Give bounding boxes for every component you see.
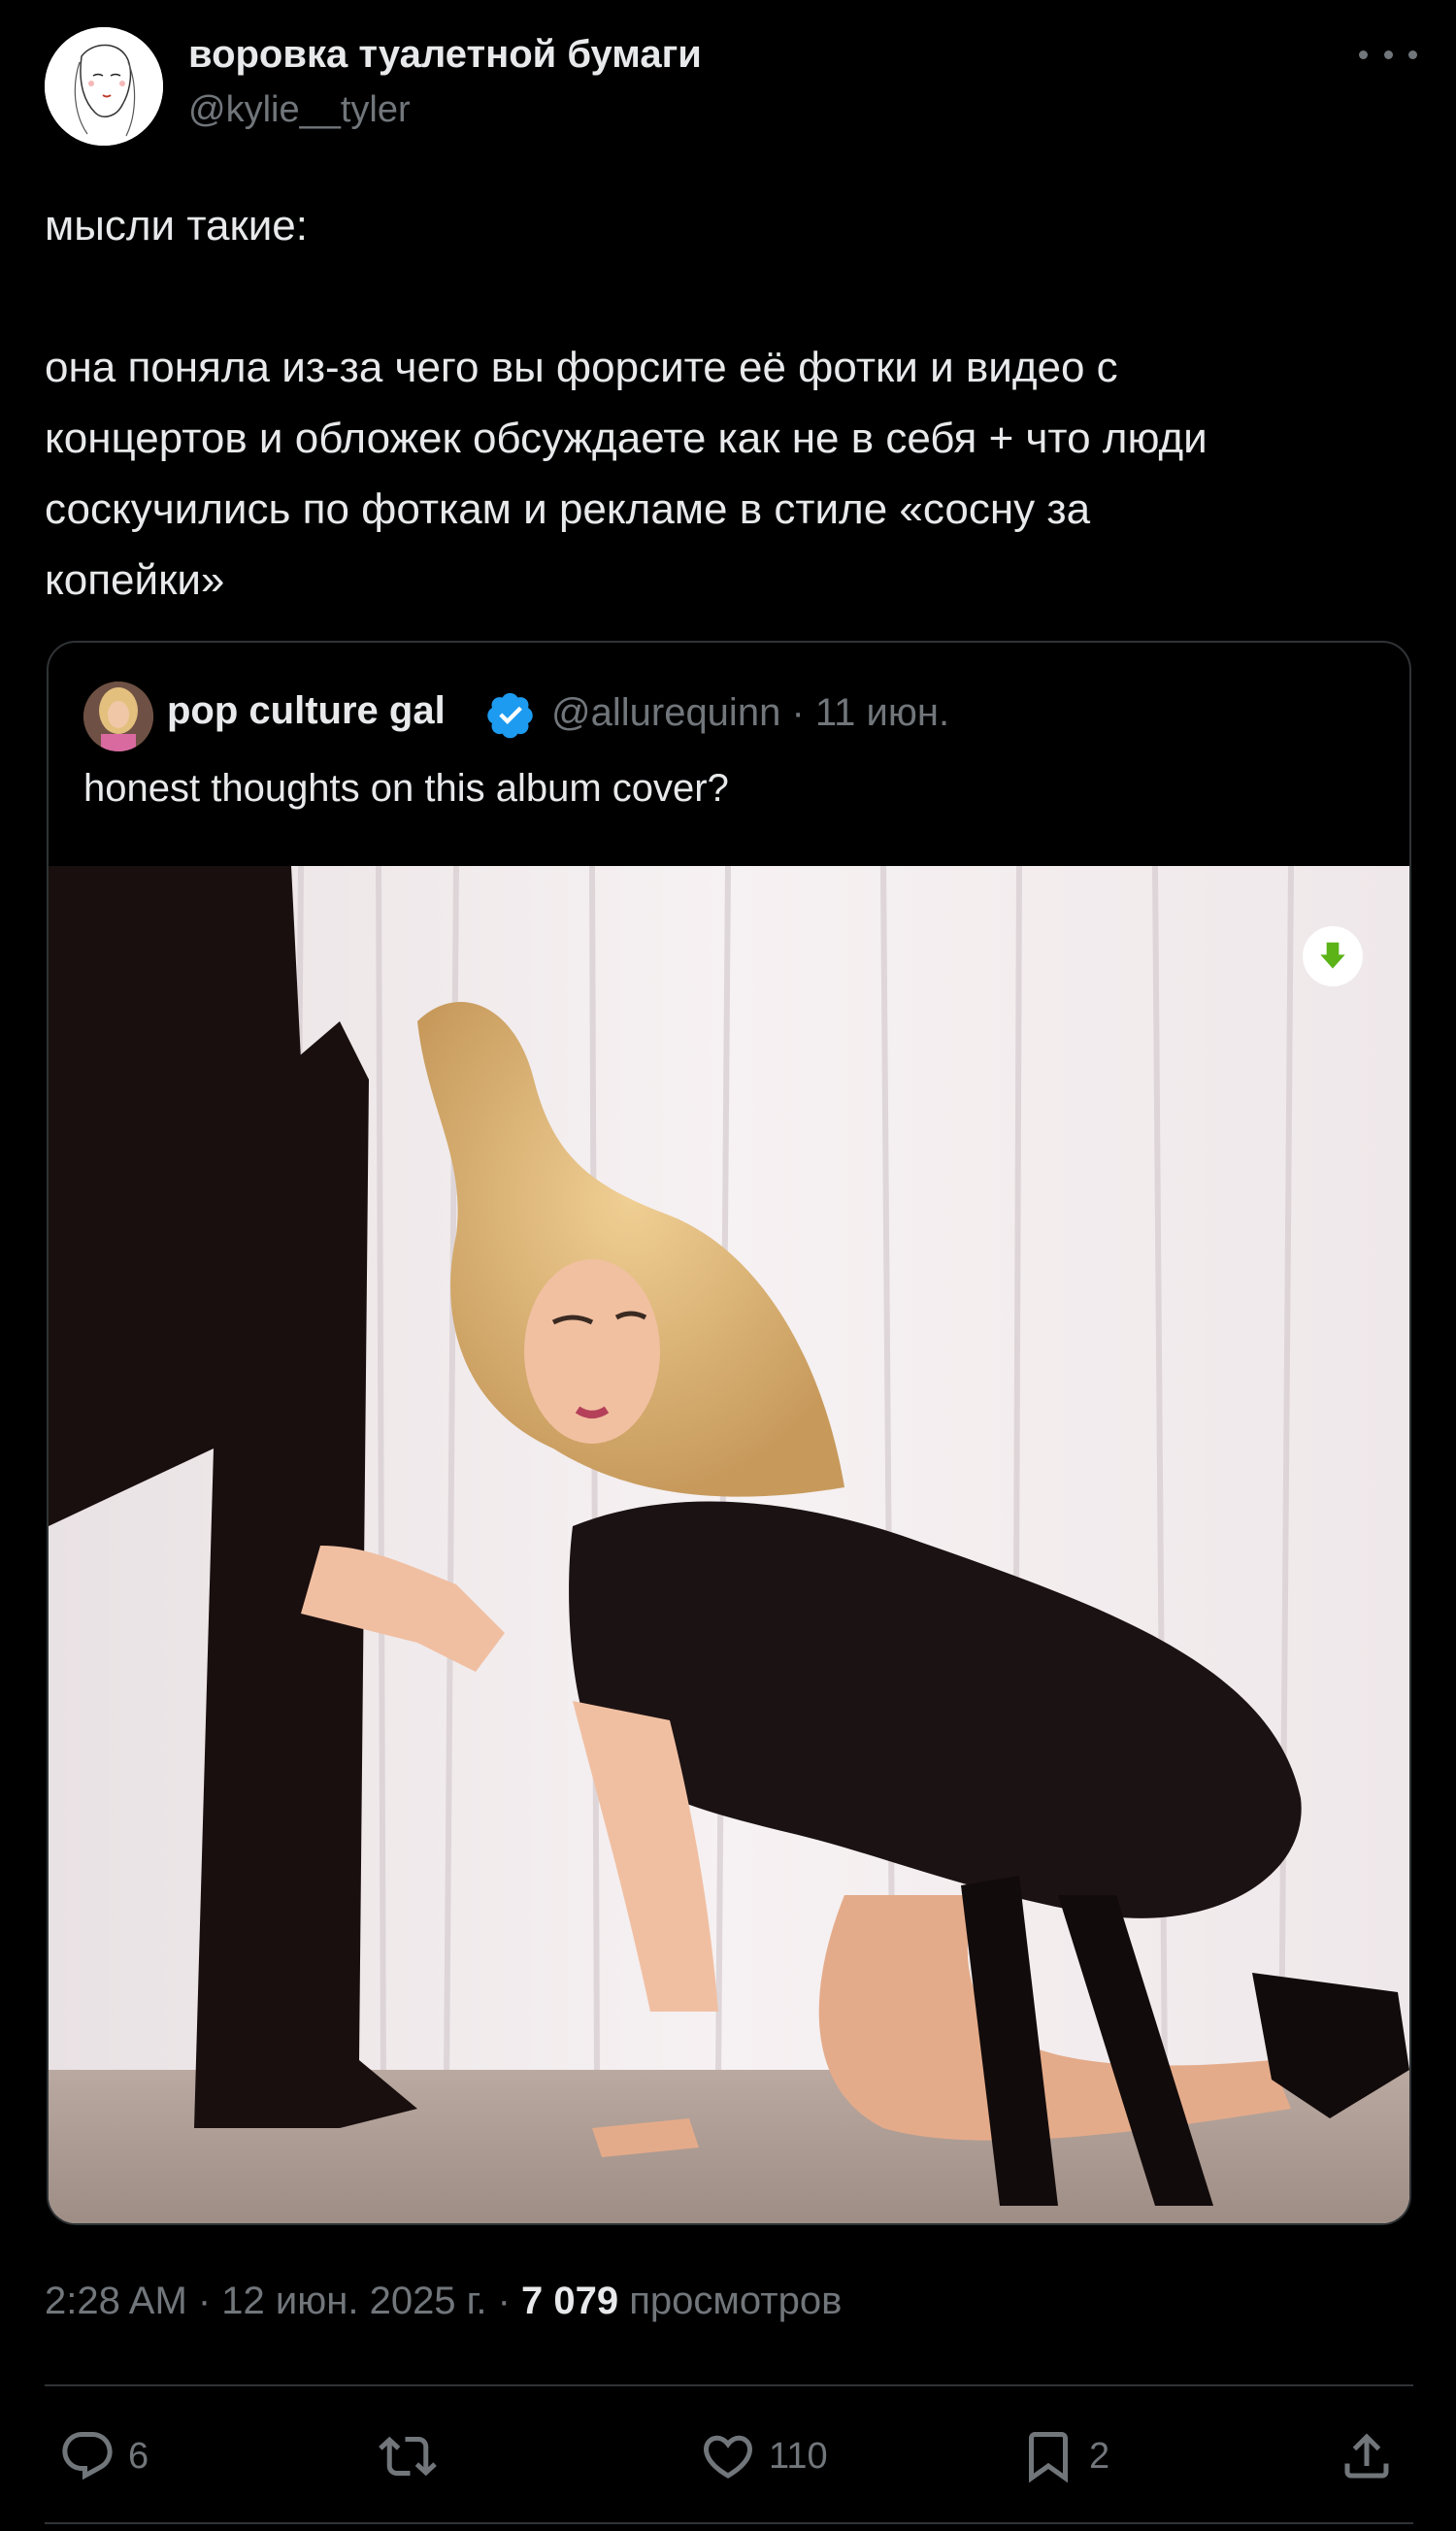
- retweet-button[interactable]: [379, 2425, 448, 2487]
- quote-handle-text: @allurequinn: [551, 691, 781, 734]
- post-meta: 2:28 AM · 12 июн. 2025 г. · 7 079 просмо…: [45, 2280, 842, 2323]
- reply-button[interactable]: 6: [58, 2425, 149, 2487]
- author-name[interactable]: воровка туалетной бумаги: [188, 33, 702, 77]
- reply-icon: [62, 2432, 113, 2481]
- quote-text: honest thoughts on this album cover?: [83, 767, 729, 810]
- author-handle[interactable]: @kylie__tyler: [188, 89, 411, 131]
- divider: [45, 2522, 1413, 2524]
- bookmark-button[interactable]: 2: [1019, 2425, 1109, 2487]
- views-label: просмотров: [618, 2280, 843, 2322]
- bookmark-icon: [1029, 2432, 1068, 2483]
- share-icon: [1344, 2433, 1389, 2479]
- reply-count: 6: [128, 2435, 149, 2477]
- post-timestamp[interactable]: 2:28 AM · 12 июн. 2025 г. ·: [45, 2280, 521, 2322]
- quote-author-name[interactable]: pop culture gal: [167, 689, 446, 733]
- quote-author-handle[interactable]: @allurequinn · 11 июн.: [551, 691, 949, 735]
- views-count: 7 079: [521, 2280, 619, 2322]
- quote-date: · 11 июн.: [791, 691, 950, 734]
- more-icon[interactable]: [1359, 37, 1417, 72]
- bookmark-count: 2: [1089, 2435, 1110, 2477]
- author-avatar[interactable]: [45, 27, 163, 146]
- album-cover-image[interactable]: [49, 865, 1409, 2223]
- like-count: 110: [769, 2435, 828, 2477]
- tweet-text: мысли такие: она поняла из-за чего вы фо…: [45, 202, 1208, 604]
- like-icon: [703, 2435, 753, 2479]
- retweet-icon: [379, 2436, 437, 2477]
- quote-author-avatar[interactable]: [83, 682, 153, 751]
- divider: [45, 2384, 1413, 2386]
- share-button[interactable]: [1338, 2425, 1396, 2487]
- download-icon[interactable]: [1303, 926, 1363, 986]
- verified-icon: [485, 689, 536, 740]
- quoted-tweet-card[interactable]: pop culture gal @allurequinn · 11 июн. h…: [47, 641, 1411, 2225]
- like-button[interactable]: 110: [699, 2425, 828, 2487]
